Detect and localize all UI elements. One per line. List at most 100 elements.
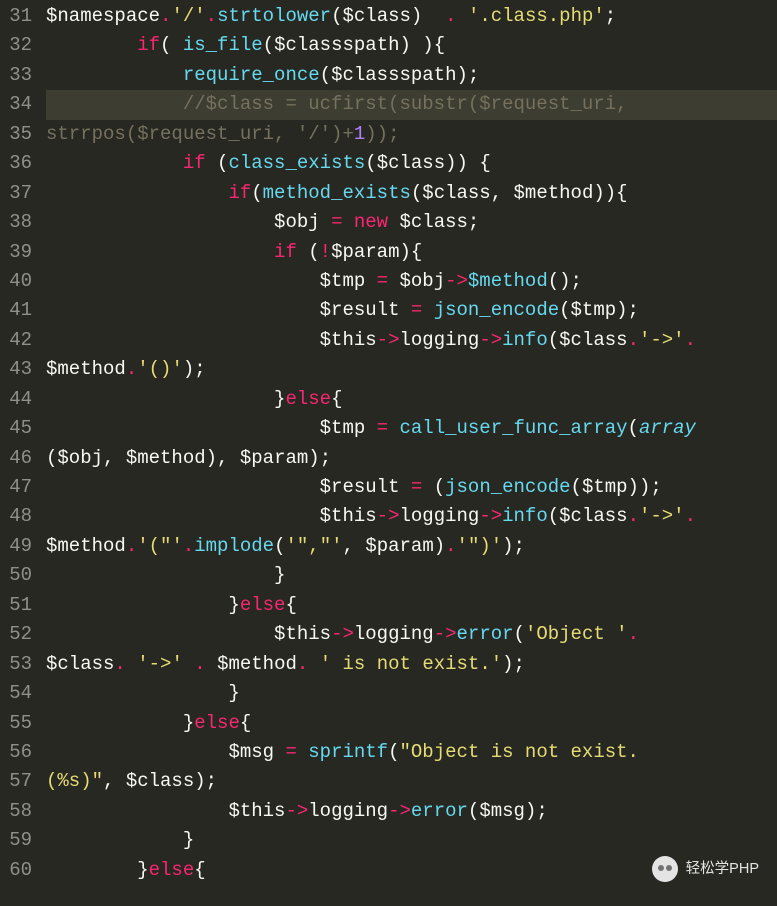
code-line[interactable]: $this->logging->error('Object '. <box>46 620 777 649</box>
token-pun: } <box>46 859 149 881</box>
code-line[interactable]: $this->logging->info($class.'->'. <box>46 502 777 531</box>
token-pun <box>46 270 320 292</box>
code-line[interactable]: $class. '->' . $method. ' is not exist.'… <box>46 650 777 679</box>
token-str: ' is not exist.' <box>320 653 502 675</box>
token-fn: json_encode <box>434 299 559 321</box>
line-number: 60 <box>6 856 32 885</box>
token-kw: = <box>331 211 342 233</box>
token-kw: -> <box>377 505 400 527</box>
token-pun <box>422 299 433 321</box>
token-pun: ( <box>331 5 342 27</box>
code-line[interactable]: }else{ <box>46 709 777 738</box>
token-kw: . <box>628 623 639 645</box>
token-str: '.class.php' <box>468 5 605 27</box>
code-line[interactable]: } <box>46 826 777 855</box>
code-line[interactable]: (%s)", $class); <box>46 767 777 796</box>
token-var: $obj <box>57 447 103 469</box>
code-line[interactable]: require_once($classspath); <box>46 61 777 90</box>
token-str: '","' <box>285 535 342 557</box>
token-pun: ( <box>571 476 582 498</box>
token-var: $obj <box>274 211 320 233</box>
token-kw: if <box>274 241 297 263</box>
code-line[interactable]: if (!$param){ <box>46 238 777 267</box>
token-str: '()' <box>137 358 183 380</box>
token-str: '->' <box>639 329 685 351</box>
token-pun: ); <box>456 64 479 86</box>
code-line[interactable]: $method.'("'.implode('","', $param).'")'… <box>46 532 777 561</box>
token-kw: . <box>183 535 194 557</box>
token-kw: new <box>354 211 388 233</box>
code-line[interactable]: $msg = sprintf("Object is not exist. <box>46 738 777 767</box>
token-pun: } <box>46 594 240 616</box>
token-pun: ( <box>206 152 229 174</box>
code-line[interactable]: } <box>46 679 777 708</box>
wechat-icon <box>652 856 678 882</box>
token-pun: , <box>491 182 514 204</box>
code-line[interactable]: } <box>46 561 777 590</box>
token-kw: = <box>285 741 296 763</box>
token-kw: else <box>194 712 240 734</box>
line-number: 57 <box>6 767 32 796</box>
code-line[interactable]: }else{ <box>46 591 777 620</box>
line-number: 48 <box>6 502 32 531</box>
token-var: $this <box>274 623 331 645</box>
line-number: 55 <box>6 709 32 738</box>
token-pun: ( <box>548 329 559 351</box>
token-cmt: //$class = ucfirst(substr($request_uri, <box>183 93 639 115</box>
code-line[interactable]: $this->logging->info($class.'->'. <box>46 326 777 355</box>
token-pun: } <box>46 682 240 704</box>
token-var: logging <box>399 505 479 527</box>
line-number: 49 <box>6 532 32 561</box>
code-line[interactable]: $namespace.'/'.strtolower($class) . '.cl… <box>46 2 777 31</box>
token-kw: if <box>137 34 160 56</box>
token-var: $param <box>365 535 433 557</box>
code-line[interactable]: strrpos($request_uri, '/')+1)); <box>46 120 777 149</box>
line-number: 36 <box>6 149 32 178</box>
token-kw: . <box>685 329 696 351</box>
token-var: logging <box>308 800 388 822</box>
code-line[interactable]: }else{ <box>46 385 777 414</box>
code-line[interactable]: if (class_exists($class)) { <box>46 149 777 178</box>
token-kw: else <box>240 594 286 616</box>
token-fn: strtolower <box>217 5 331 27</box>
token-pun: , <box>343 535 366 557</box>
token-kw: . <box>126 535 137 557</box>
token-pun: ( <box>365 152 376 174</box>
code-line[interactable]: if(method_exists($class, $method)){ <box>46 179 777 208</box>
code-line[interactable]: $this->logging->error($msg); <box>46 797 777 826</box>
token-fn: $method <box>468 270 548 292</box>
code-line[interactable]: $result = json_encode($tmp); <box>46 296 777 325</box>
code-line[interactable]: $obj = new $class; <box>46 208 777 237</box>
token-pun <box>183 653 194 675</box>
token-pun: ); <box>183 358 206 380</box>
code-line[interactable]: $result = (json_encode($tmp)); <box>46 473 777 502</box>
code-line[interactable]: ($obj, $method), $param); <box>46 444 777 473</box>
token-kw: = <box>377 417 388 439</box>
token-fn: sprintf <box>308 741 388 763</box>
token-var: $result <box>320 476 400 498</box>
line-number: 59 <box>6 826 32 855</box>
token-kw: . <box>445 535 456 557</box>
watermark-text: 轻松学PHP <box>686 858 759 880</box>
code-line[interactable]: $tmp = $obj->$method(); <box>46 267 777 296</box>
token-pun <box>399 299 410 321</box>
token-var: $msg <box>228 741 274 763</box>
line-number: 46 <box>6 444 32 473</box>
token-pun <box>46 152 183 174</box>
token-fn: info <box>502 505 548 527</box>
code-line[interactable]: $tmp = call_user_func_array(array <box>46 414 777 443</box>
token-pun: { <box>331 388 342 410</box>
code-line[interactable]: if( is_file($classspath) ){ <box>46 31 777 60</box>
token-kw: -> <box>285 800 308 822</box>
token-pun: ( <box>46 447 57 469</box>
code-line[interactable]: $method.'()'); <box>46 355 777 384</box>
token-kw: = <box>377 270 388 292</box>
token-kw: ! <box>320 241 331 263</box>
token-pun: ); <box>525 800 548 822</box>
code-editor: 3132333435363738394041424344454647484950… <box>0 0 777 906</box>
token-var: $tmp <box>571 299 617 321</box>
token-pun: )) { <box>445 152 491 174</box>
code-area[interactable]: $namespace.'/'.strtolower($class) . '.cl… <box>42 0 777 906</box>
code-line[interactable]: //$class = ucfirst(substr($request_uri, <box>46 90 777 119</box>
token-pun: ( <box>263 34 274 56</box>
